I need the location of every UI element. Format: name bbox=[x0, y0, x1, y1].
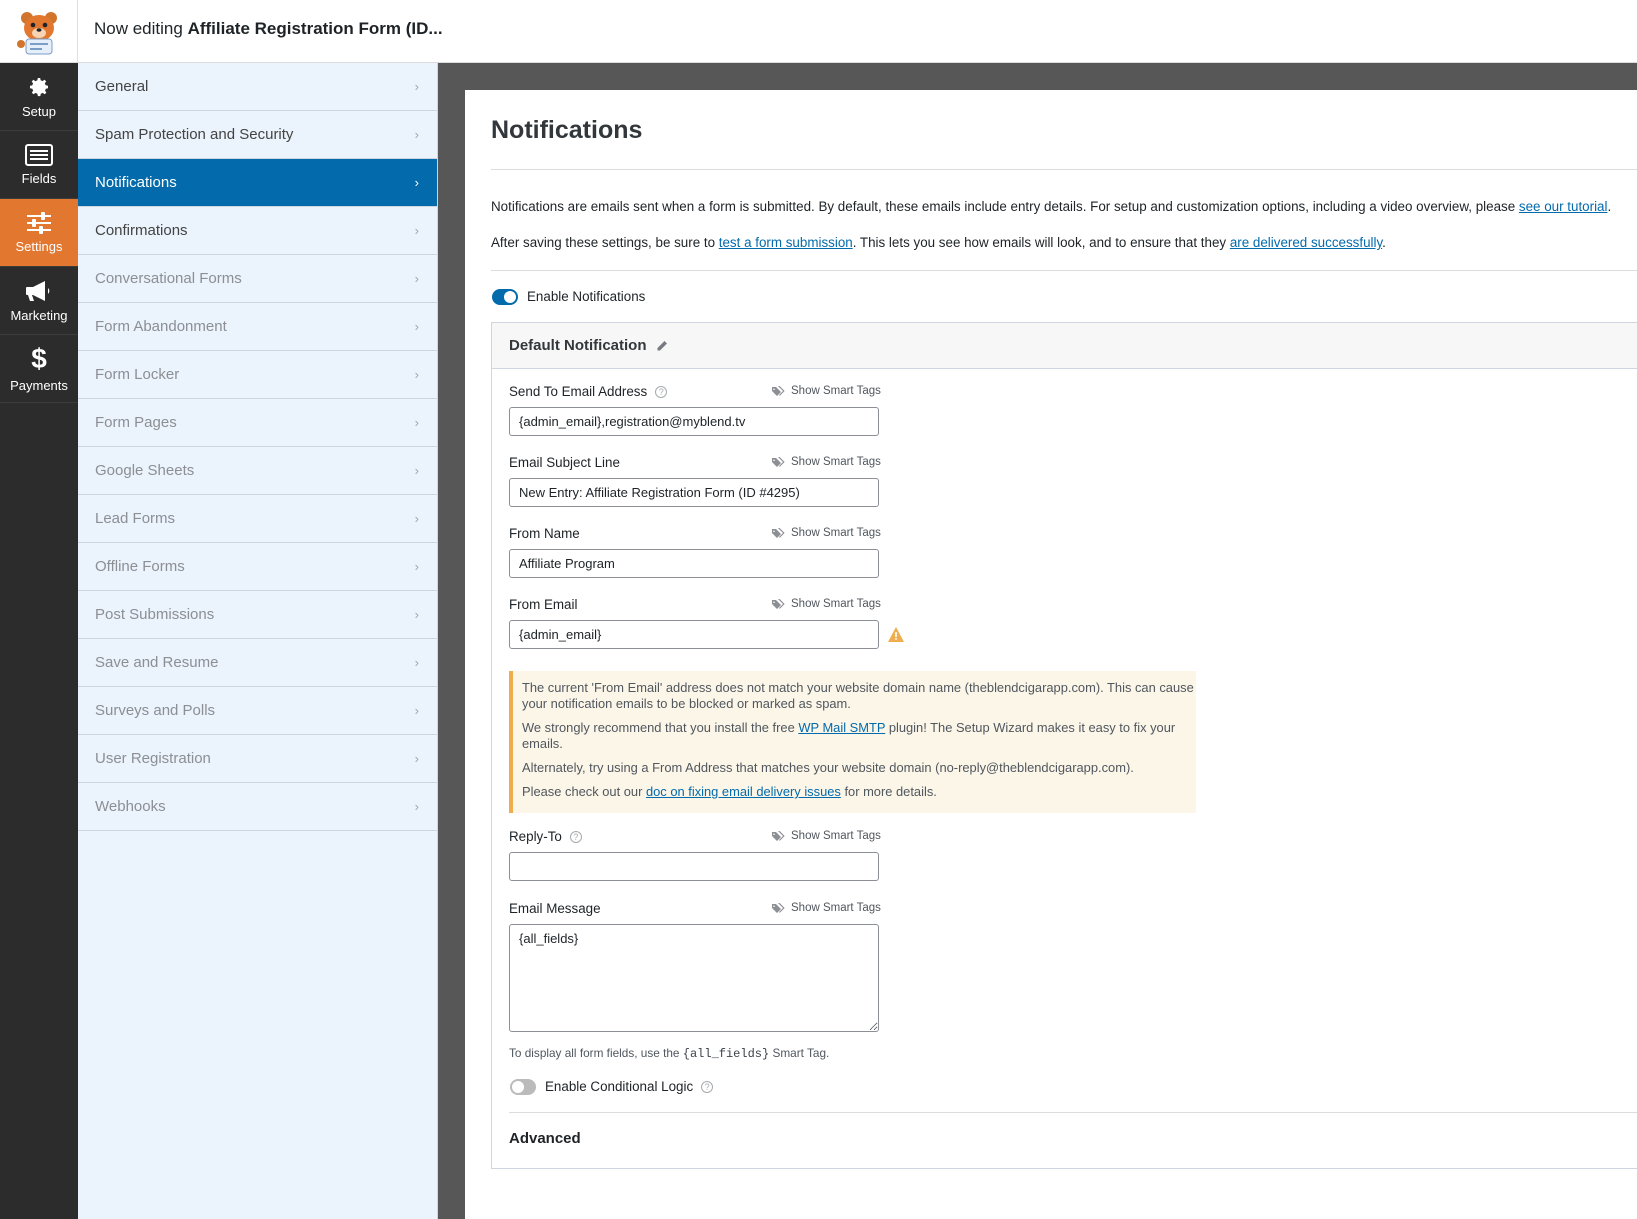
conditional-logic-label: Enable Conditional Logic? bbox=[545, 1079, 714, 1094]
tag-icon bbox=[772, 527, 785, 538]
email-message-label: Email Message bbox=[509, 901, 601, 916]
reply-to-input[interactable] bbox=[509, 852, 879, 881]
rail-item-setup[interactable]: Setup bbox=[0, 63, 78, 131]
tag-icon bbox=[772, 598, 785, 609]
chevron-right-icon: › bbox=[414, 175, 419, 190]
delivered-successfully-link[interactable]: are delivered successfully bbox=[1230, 235, 1382, 250]
top-bar: Now editing Affiliate Registration Form … bbox=[0, 0, 1637, 63]
help-icon[interactable]: ? bbox=[701, 1080, 714, 1093]
email-message-textarea[interactable] bbox=[509, 924, 879, 1032]
chevron-right-icon: › bbox=[414, 367, 419, 382]
chevron-right-icon: › bbox=[414, 511, 419, 526]
chevron-right-icon: › bbox=[414, 271, 419, 286]
all-fields-hint: To display all form fields, use the {all… bbox=[509, 1046, 830, 1061]
gear-icon bbox=[30, 77, 48, 96]
submenu-item-form-locker[interactable]: Form Locker › bbox=[78, 351, 437, 399]
rail-item-fields[interactable]: Fields bbox=[0, 131, 78, 199]
submenu-item-spam-protection[interactable]: Spam Protection and Security › bbox=[78, 111, 437, 159]
test-submission-link[interactable]: test a form submission bbox=[719, 235, 853, 250]
pencil-icon[interactable] bbox=[656, 340, 668, 352]
chevron-right-icon: › bbox=[414, 799, 419, 814]
show-smart-tags-link[interactable]: Show Smart Tags bbox=[772, 830, 881, 842]
from-email-warning: The current 'From Email' address does no… bbox=[509, 671, 1196, 813]
settings-submenu: General › Spam Protection and Security › N… bbox=[78, 63, 438, 1219]
chevron-right-icon: › bbox=[414, 223, 419, 238]
after-saving-text: After saving these settings, be sure to … bbox=[491, 235, 1386, 250]
fields-list-icon bbox=[25, 143, 53, 166]
warning-icon bbox=[888, 627, 904, 642]
show-smart-tags-link[interactable]: Show Smart Tags bbox=[772, 902, 881, 914]
help-icon[interactable]: ? bbox=[569, 830, 582, 843]
submenu-item-form-pages[interactable]: Form Pages › bbox=[78, 399, 437, 447]
submenu-item-surveys-and-polls[interactable]: Surveys and Polls › bbox=[78, 687, 437, 735]
page-title: Now editing Affiliate Registration Form … bbox=[94, 19, 443, 38]
intro-text: Notifications are emails sent when a for… bbox=[491, 199, 1612, 214]
chevron-right-icon: › bbox=[414, 415, 419, 430]
from-email-label: From Email bbox=[509, 597, 578, 612]
section-title: Notifications bbox=[491, 116, 643, 144]
submenu-item-google-sheets[interactable]: Google Sheets › bbox=[78, 447, 437, 495]
submenu-item-form-abandonment[interactable]: Form Abandonment › bbox=[78, 303, 437, 351]
from-email-input[interactable]: {admin_email} bbox=[509, 620, 879, 649]
advanced-section-toggle[interactable]: Advanced bbox=[509, 1130, 581, 1147]
chevron-right-icon: › bbox=[414, 463, 419, 478]
conditional-logic-toggle[interactable] bbox=[510, 1079, 536, 1095]
rail-item-marketing[interactable]: Marketing bbox=[0, 267, 78, 335]
show-smart-tags-link[interactable]: Show Smart Tags bbox=[772, 598, 881, 610]
submenu-item-conversational-forms[interactable]: Conversational Forms › bbox=[78, 255, 437, 303]
submenu-item-post-submissions[interactable]: Post Submissions › bbox=[78, 591, 437, 639]
submenu-item-notifications[interactable]: Notifications › bbox=[78, 159, 437, 207]
dollar-icon: $ bbox=[31, 345, 47, 373]
show-smart-tags-link[interactable]: Show Smart Tags bbox=[772, 385, 881, 397]
svg-text:$: $ bbox=[31, 345, 47, 373]
submenu-item-confirmations[interactable]: Confirmations › bbox=[78, 207, 437, 255]
help-icon[interactable]: ? bbox=[655, 385, 668, 398]
send-to-label: Send To Email Address? bbox=[509, 384, 668, 399]
megaphone-icon bbox=[26, 280, 50, 301]
from-name-input[interactable]: Affiliate Program bbox=[509, 549, 879, 578]
chevron-right-icon: › bbox=[414, 127, 419, 142]
enable-notifications-label: Enable Notifications bbox=[527, 289, 646, 304]
send-to-email-input[interactable]: {admin_email},registration@myblend.tv bbox=[509, 407, 879, 436]
wpforms-logo[interactable] bbox=[0, 0, 78, 63]
chevron-right-icon: › bbox=[414, 319, 419, 334]
builder-sidebar: Setup Fields Settings Marketing $ Paymen… bbox=[0, 63, 78, 1219]
show-smart-tags-link[interactable]: Show Smart Tags bbox=[772, 456, 881, 468]
chevron-right-icon: › bbox=[414, 79, 419, 94]
tag-icon bbox=[772, 456, 785, 467]
sliders-icon bbox=[27, 211, 51, 234]
chevron-right-icon: › bbox=[414, 559, 419, 574]
chevron-right-icon: › bbox=[414, 607, 419, 622]
email-subject-input[interactable]: New Entry: Affiliate Registration Form (… bbox=[509, 478, 879, 507]
notification-header[interactable]: Default Notification bbox=[492, 323, 1637, 369]
divider bbox=[491, 270, 1637, 271]
subject-label: Email Subject Line bbox=[509, 455, 620, 470]
submenu-item-lead-forms[interactable]: Lead Forms › bbox=[78, 495, 437, 543]
chevron-right-icon: › bbox=[414, 751, 419, 766]
chevron-right-icon: › bbox=[414, 655, 419, 670]
submenu-item-webhooks[interactable]: Webhooks › bbox=[78, 783, 437, 831]
submenu-item-general[interactable]: General › bbox=[78, 63, 437, 111]
bear-mascot-icon bbox=[16, 11, 57, 54]
tag-icon bbox=[772, 385, 785, 396]
rail-item-settings[interactable]: Settings bbox=[0, 199, 78, 267]
divider bbox=[509, 1112, 1637, 1113]
from-name-label: From Name bbox=[509, 526, 580, 541]
rail-item-payments[interactable]: $ Payments bbox=[0, 335, 78, 403]
tag-icon bbox=[772, 830, 785, 841]
show-smart-tags-link[interactable]: Show Smart Tags bbox=[772, 527, 881, 539]
wp-mail-smtp-link[interactable]: WP Mail SMTP bbox=[798, 720, 885, 735]
chevron-right-icon: › bbox=[414, 703, 419, 718]
default-notification-box: Default Notification Send To Email Addre… bbox=[491, 322, 1637, 1169]
tag-icon bbox=[772, 902, 785, 913]
tutorial-link[interactable]: see our tutorial bbox=[1519, 199, 1608, 214]
divider bbox=[491, 169, 1637, 170]
submenu-item-offline-forms[interactable]: Offline Forms › bbox=[78, 543, 437, 591]
submenu-item-user-registration[interactable]: User Registration › bbox=[78, 735, 437, 783]
submenu-item-save-and-resume[interactable]: Save and Resume › bbox=[78, 639, 437, 687]
reply-to-label: Reply-To? bbox=[509, 829, 582, 844]
enable-notifications-toggle[interactable] bbox=[492, 289, 518, 305]
email-delivery-doc-link[interactable]: doc on fixing email delivery issues bbox=[646, 784, 841, 799]
notifications-panel: Notifications Notifications are emails s… bbox=[465, 90, 1637, 1219]
